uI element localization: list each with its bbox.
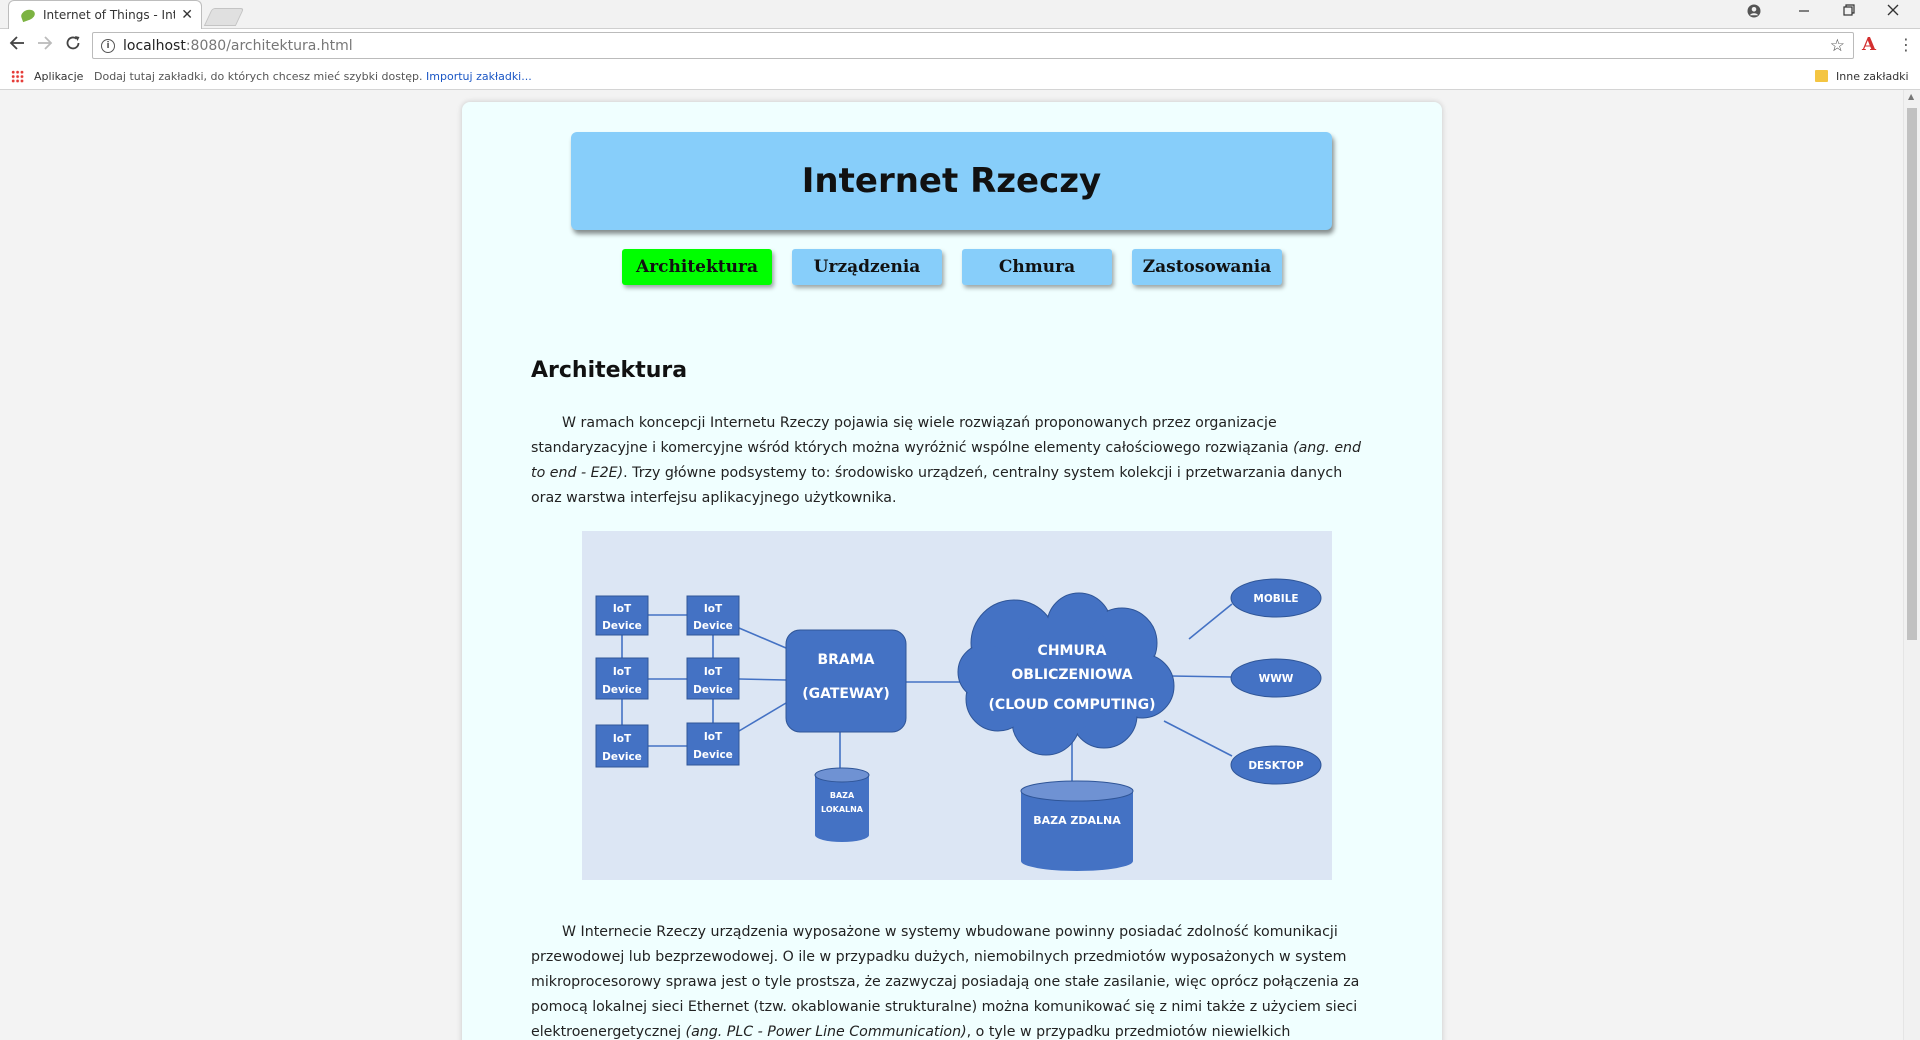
nav-zastosowania-button[interactable]: Zastosowania [1132, 249, 1282, 285]
body-text-2: , o tyle w przypadku przedmiotów niewiel… [966, 1024, 1291, 1040]
scrollbar-thumb[interactable] [1907, 108, 1917, 640]
tab-title: Internet of Things - Inter [43, 8, 176, 22]
iot-device-4: IoT Device [686, 657, 740, 700]
site-info-icon[interactable]: i [101, 38, 115, 53]
restore-window-icon[interactable] [1843, 4, 1855, 20]
reload-icon[interactable] [65, 35, 81, 56]
other-bookmarks[interactable]: Inne zakładki [1836, 70, 1909, 83]
scroll-up-arrow-icon[interactable]: ▲ [1908, 92, 1914, 101]
iot-device-4-label-line2: Device [693, 684, 733, 696]
iot-device-4-label-line1: IoT [704, 666, 723, 678]
body-text-italic: (ang. PLC - Power Line Communication) [685, 1024, 967, 1040]
iot-device-5-label-line1: IoT [613, 733, 632, 745]
cloud-label-line3: (CLOUD COMPUTING) [989, 697, 1156, 713]
intro-paragraph: W ramach koncepcji Internetu Rzeczy poja… [531, 411, 1363, 511]
browser-menu-icon[interactable]: ⋮ [1898, 35, 1914, 54]
iot-device-2: IoT Device [686, 595, 740, 636]
bookmark-star-icon[interactable]: ☆ [1830, 36, 1845, 56]
apps-grid-icon[interactable] [11, 70, 24, 83]
acrobat-extension-icon[interactable]: A [1862, 34, 1876, 55]
page-viewport: Internet Rzeczy Architektura Urządzenia … [0, 90, 1903, 1040]
vertical-scrollbar[interactable]: ▲ [1903, 90, 1920, 1040]
url-host: localhost [123, 37, 186, 54]
client-desktop-label: DESKTOP [1248, 760, 1304, 772]
import-bookmarks-link[interactable]: Importuj zakładki... [426, 70, 532, 83]
nav-urzadzenia-button[interactable]: Urządzenia [792, 249, 942, 285]
client-www-label: WWW [1259, 673, 1294, 685]
bookmarks-bar: Aplikacje Dodaj tutaj zakładki, do który… [0, 65, 1920, 90]
iot-device-6-label-line2: Device [693, 749, 733, 761]
nav-chmura-button[interactable]: Chmura [962, 249, 1112, 285]
gateway-label-line2: (GATEWAY) [802, 686, 890, 702]
iot-device-1-label-line2: Device [602, 620, 642, 632]
intro-text-2: . Trzy główne podsystemy to: środowisko … [531, 465, 1343, 506]
close-window-icon[interactable] [1887, 4, 1899, 20]
leaf-favicon-icon [19, 7, 37, 23]
iot-device-1-label-line1: IoT [613, 603, 632, 615]
section-title: Architektura [531, 358, 688, 383]
client-mobile-label: MOBILE [1253, 593, 1298, 605]
site-header: Internet Rzeczy [571, 132, 1332, 230]
cloud-label-line2: OBLICZENIOWA [1011, 667, 1132, 683]
remote-database-node: BAZA ZDALNA [1020, 780, 1134, 871]
iot-device-3-label-line2: Device [602, 684, 642, 696]
iot-device-2-label-line2: Device [693, 620, 733, 632]
bookmarks-hint: Dodaj tutaj zakładki, do których chcesz … [94, 70, 532, 83]
new-tab-button[interactable] [203, 8, 245, 26]
address-bar[interactable]: i localhost:8080/architektura.html ☆ [92, 32, 1854, 59]
client-www-node: WWW [1230, 658, 1322, 698]
body-text-1: W Internecie Rzeczy urządzenia wyposażon… [531, 924, 1360, 1040]
iot-device-3-label-line1: IoT [613, 666, 632, 678]
architecture-diagram: IoT Device IoT Device IoT Device IoT Dev… [582, 531, 1332, 880]
iot-device-2-label-line1: IoT [704, 603, 723, 615]
page-container: Internet Rzeczy Architektura Urządzenia … [462, 102, 1442, 1040]
browser-toolbar: i localhost:8080/architektura.html ☆ A ⋮ [0, 29, 1920, 65]
browser-tab[interactable]: Internet of Things - Inter ✕ [8, 0, 202, 29]
minimize-window-icon[interactable] [1798, 4, 1810, 20]
folder-icon [1815, 70, 1828, 82]
close-tab-icon[interactable]: ✕ [181, 7, 193, 23]
profile-icon[interactable] [1747, 4, 1761, 22]
iot-device-5: IoT Device [595, 724, 649, 768]
intro-text-1: W ramach koncepcji Internetu Rzeczy poja… [531, 415, 1294, 456]
site-title: Internet Rzeczy [801, 161, 1102, 201]
iot-device-6-label-line1: IoT [704, 731, 723, 743]
iot-device-1: IoT Device [595, 595, 649, 636]
body-paragraph: W Internecie Rzeczy urządzenia wyposażon… [531, 920, 1363, 1040]
local-database-label-line1: BAZA [830, 791, 855, 800]
iot-device-3: IoT Device [595, 657, 649, 700]
gateway-label-line1: BRAMA [817, 652, 874, 668]
remote-database-label: BAZA ZDALNA [1033, 814, 1121, 827]
local-database-label-line2: LOKALNA [821, 805, 864, 814]
forward-icon[interactable] [37, 35, 53, 56]
client-desktop-node: DESKTOP [1230, 745, 1322, 785]
client-mobile-node: MOBILE [1230, 578, 1322, 618]
diagram-background [582, 531, 1332, 880]
nav-architektura-button[interactable]: Architektura [622, 249, 772, 285]
apps-bookmark[interactable]: Aplikacje [34, 70, 83, 83]
gateway-node: BRAMA (GATEWAY) [785, 629, 907, 733]
iot-device-6: IoT Device [686, 722, 740, 766]
cloud-label-line1: CHMURA [1038, 643, 1107, 659]
url-path: :8080/architektura.html [185, 37, 353, 54]
local-database-node: BAZA LOKALNA [814, 767, 870, 842]
bookmarks-hint-text: Dodaj tutaj zakładki, do których chcesz … [94, 70, 423, 83]
tab-strip: Internet of Things - Inter ✕ [0, 0, 1920, 29]
back-icon[interactable] [9, 35, 25, 56]
iot-device-5-label-line2: Device [602, 751, 642, 763]
